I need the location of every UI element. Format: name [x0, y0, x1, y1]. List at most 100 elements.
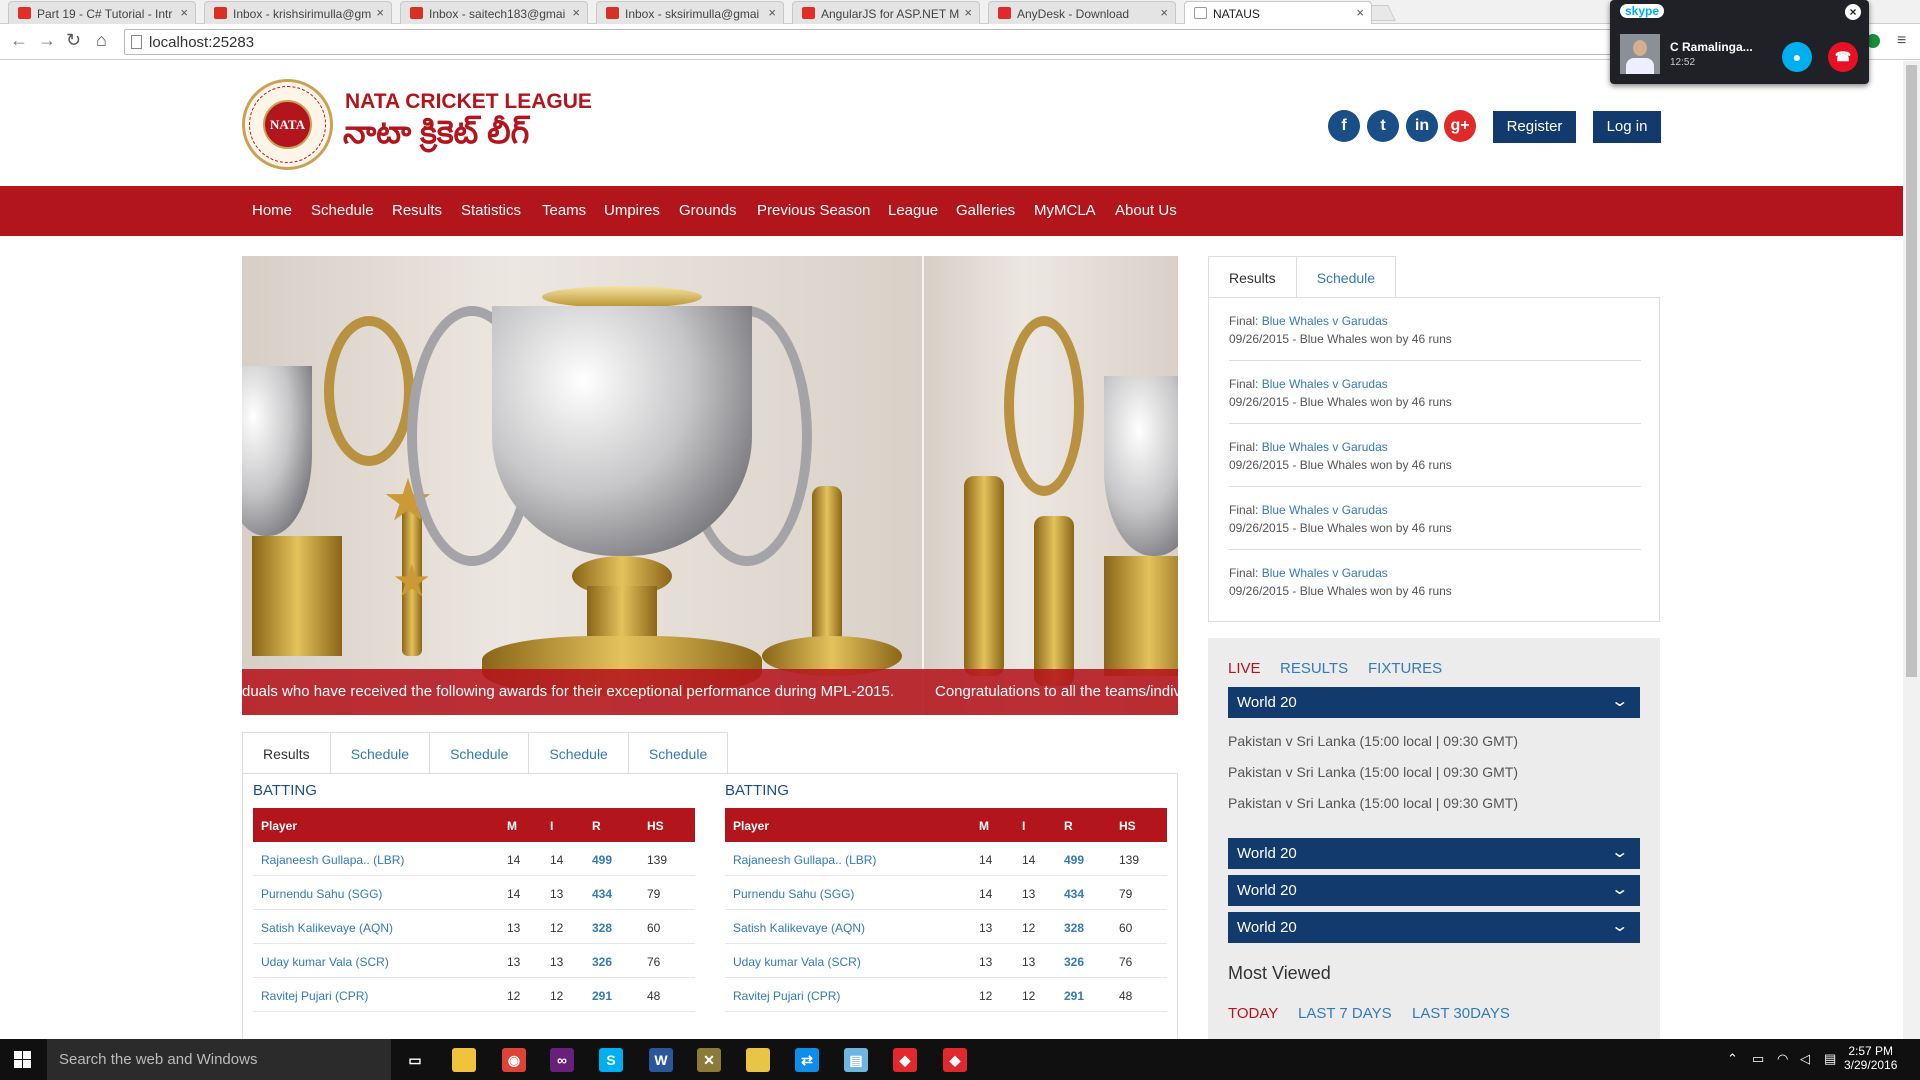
stat-r[interactable]: 291 [592, 989, 612, 1003]
close-icon[interactable]: × [572, 5, 580, 20]
stat-r[interactable]: 499 [592, 853, 612, 867]
nav-item-mymcla[interactable]: MyMCLA [1034, 202, 1096, 219]
login-button[interactable]: Log in [1593, 111, 1661, 143]
system-clock[interactable]: 2:57 PM 3/29/2016 [1844, 1044, 1897, 1072]
stat-r[interactable]: 328 [592, 921, 612, 935]
accordion-world-20[interactable]: World 20 ⌄ [1228, 838, 1640, 869]
player-link[interactable]: Rajaneesh Gullapa.. (LBR) [261, 853, 404, 867]
nav-item-galleries[interactable]: Galleries [956, 202, 1015, 219]
fixture-item[interactable]: Pakistan v Sri Lanka (15:00 local | 09:3… [1228, 795, 1518, 811]
stat-r[interactable]: 499 [1064, 853, 1084, 867]
live-tab-fixtures[interactable]: FIXTURES [1368, 660, 1442, 677]
microphone-icon[interactable]: ● [1782, 42, 1812, 72]
teamviewer-icon[interactable]: ⇄ [795, 1048, 819, 1072]
forward-icon[interactable]: → [38, 30, 56, 51]
fixture-item[interactable]: Pakistan v Sri Lanka (15:00 local | 09:3… [1228, 733, 1518, 749]
hang-up-icon[interactable]: ☎ [1828, 42, 1858, 72]
task-view-icon[interactable]: ▭ [403, 1048, 427, 1072]
volume-icon[interactable]: ◁ [1800, 1051, 1810, 1067]
stat-r[interactable]: 328 [1064, 921, 1084, 935]
close-icon[interactable]: × [964, 5, 972, 20]
nav-item-statistics[interactable]: Statistics [461, 202, 521, 219]
match-link[interactable]: Blue Whales v Garudas [1262, 503, 1388, 517]
match-link[interactable]: Blue Whales v Garudas [1262, 566, 1388, 580]
facebook-icon[interactable]: f [1328, 110, 1360, 142]
tools-icon[interactable]: ✕ [697, 1048, 721, 1072]
nav-item-about-us[interactable]: About Us [1115, 202, 1177, 219]
live-tab-live[interactable]: LIVE [1228, 660, 1261, 677]
chevron-up-icon[interactable]: ⌃ [1727, 1051, 1738, 1067]
tab-schedule[interactable]: Schedule [429, 732, 530, 774]
wifi-icon[interactable]: ◠ [1777, 1051, 1788, 1067]
register-button[interactable]: Register [1493, 111, 1576, 143]
folder-icon[interactable] [746, 1048, 770, 1072]
player-link[interactable]: Uday kumar Vala (SCR) [733, 955, 861, 969]
match-link[interactable]: Blue Whales v Garudas [1262, 314, 1388, 328]
tab-schedule[interactable]: Schedule [329, 732, 431, 774]
nata-logo[interactable]: NATA [242, 79, 333, 170]
live-tab-results[interactable]: RESULTS [1280, 660, 1348, 677]
word-icon[interactable]: W [649, 1048, 673, 1072]
player-link[interactable]: Purnendu Sahu (SGG) [261, 887, 382, 901]
accordion-world-20[interactable]: World 20 ⌄ [1228, 912, 1640, 943]
stat-r[interactable]: 326 [1064, 955, 1084, 969]
nav-item-schedule[interactable]: Schedule [311, 202, 374, 219]
scrollbar-thumb[interactable] [1906, 65, 1917, 677]
browser-tab[interactable]: Inbox - sksirimulla@gmai × [596, 1, 784, 24]
browser-tab[interactable]: AngularJS for ASP.NET M × [792, 1, 980, 24]
tab-schedule[interactable]: Schedule [528, 732, 629, 774]
browser-tab[interactable]: NATAUS × [1184, 1, 1372, 24]
stat-r[interactable]: 434 [1064, 887, 1084, 901]
stat-r[interactable]: 326 [592, 955, 612, 969]
browser-tab[interactable]: Inbox - krishsirimulla@gm × [204, 1, 392, 24]
sidebar-tab-schedule[interactable]: Schedule [1295, 256, 1397, 298]
tab-schedule[interactable]: Schedule [627, 732, 729, 774]
player-link[interactable]: Satish Kalikevaye (AQN) [261, 921, 393, 935]
player-link[interactable]: Rajaneesh Gullapa.. (LBR) [733, 853, 876, 867]
nav-item-grounds[interactable]: Grounds [679, 202, 737, 219]
windows-start-icon[interactable] [14, 1051, 31, 1068]
stat-r[interactable]: 434 [592, 887, 612, 901]
anydesk-icon[interactable]: ◆ [893, 1048, 917, 1072]
linkedin-icon[interactable]: in [1406, 110, 1438, 142]
google-plus-icon[interactable]: g+ [1444, 110, 1476, 142]
browser-tab[interactable]: Part 19 - C# Tutorial - Intr × [8, 1, 196, 24]
nav-item-teams[interactable]: Teams [542, 202, 586, 219]
accordion-world-20[interactable]: World 20 ⌄ [1228, 687, 1640, 718]
chrome-icon[interactable]: ◉ [502, 1048, 526, 1072]
skype-icon[interactable]: S [599, 1048, 623, 1072]
hero-slider[interactable]: ★ ★ duals who have received the followin… [242, 256, 1178, 715]
url-input[interactable]: localhost:25283 [124, 29, 1844, 55]
close-icon[interactable]: × [1845, 4, 1861, 20]
match-link[interactable]: Blue Whales v Garudas [1262, 440, 1388, 454]
most-viewed-tab[interactable]: LAST 7 DAYS [1298, 1005, 1392, 1022]
twitter-icon[interactable]: t [1367, 110, 1399, 142]
most-viewed-tab[interactable]: TODAY [1228, 1005, 1278, 1022]
browser-tab[interactable]: Inbox - saitech183@gmai × [400, 1, 588, 24]
notepad-icon[interactable]: ▤ [844, 1048, 868, 1072]
nav-item-home[interactable]: Home [252, 202, 292, 219]
accordion-world-20[interactable]: World 20 ⌄ [1228, 875, 1640, 906]
menu-icon[interactable]: ≡ [1897, 32, 1906, 50]
close-icon[interactable]: × [376, 5, 384, 20]
visual-studio-icon[interactable]: ∞ [550, 1048, 574, 1072]
taskbar-search-input[interactable]: Search the web and Windows [47, 1039, 391, 1080]
player-link[interactable]: Satish Kalikevaye (AQN) [733, 921, 865, 935]
file-explorer-icon[interactable] [452, 1048, 476, 1072]
fixture-item[interactable]: Pakistan v Sri Lanka (15:00 local | 09:3… [1228, 764, 1518, 780]
player-link[interactable]: Ravitej Pujari (CPR) [733, 989, 840, 1003]
player-link[interactable]: Ravitej Pujari (CPR) [261, 989, 368, 1003]
match-link[interactable]: Blue Whales v Garudas [1262, 377, 1388, 391]
reload-icon[interactable]: ↻ [66, 30, 81, 51]
nav-item-results[interactable]: Results [392, 202, 442, 219]
battery-icon[interactable]: ▭ [1752, 1051, 1764, 1067]
tab-results[interactable]: Results [242, 732, 331, 774]
close-icon[interactable]: × [1160, 5, 1168, 20]
sidebar-tab-results[interactable]: Results [1208, 256, 1297, 298]
back-icon[interactable]: ← [10, 30, 28, 51]
close-icon[interactable]: × [1356, 5, 1364, 20]
most-viewed-tab[interactable]: LAST 30DAYS [1412, 1005, 1510, 1022]
stat-r[interactable]: 291 [1064, 989, 1084, 1003]
home-icon[interactable]: ⌂ [96, 30, 107, 51]
player-link[interactable]: Purnendu Sahu (SGG) [733, 887, 854, 901]
